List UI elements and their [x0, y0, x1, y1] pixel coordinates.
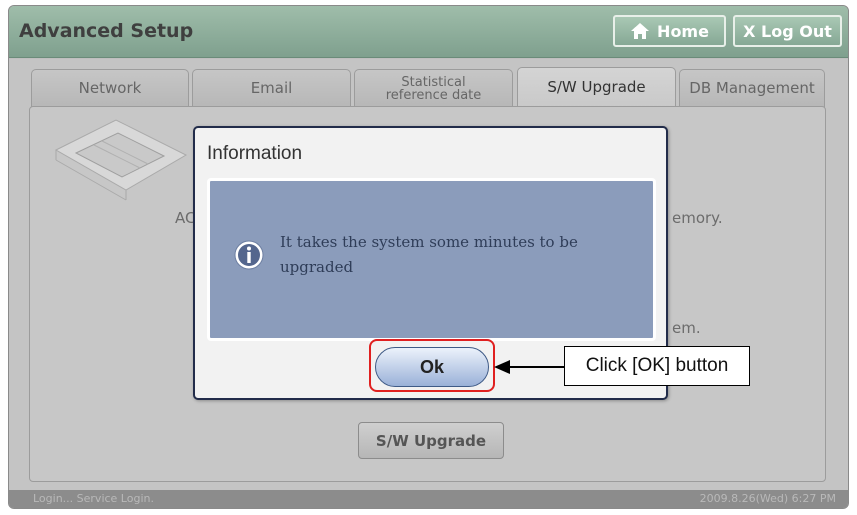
tab-network-label: Network	[78, 79, 142, 97]
tab-statistical-label: Statistical reference date	[385, 74, 482, 103]
background-text-2-end: em.	[672, 319, 701, 337]
title-bar: Advanced Setup Home X Log Out	[9, 6, 848, 58]
ok-button[interactable]: Ok	[375, 347, 489, 387]
status-login-text: Login... Service Login.	[33, 492, 154, 505]
home-button-label: Home	[657, 21, 709, 41]
status-bar: Login... Service Login. 2009.8.26(Wed) 6…	[9, 490, 848, 508]
tab-sw-upgrade-label: S/W Upgrade	[547, 78, 646, 96]
ac-unit-illustration	[54, 119, 188, 201]
logout-button-label: X Log Out	[743, 21, 832, 41]
callout-line	[497, 366, 565, 368]
tab-db-management-label: DB Management	[689, 79, 815, 97]
logout-button[interactable]: X Log Out	[733, 15, 842, 47]
tab-db-management[interactable]: DB Management	[679, 69, 825, 107]
callout-label: Click [OK] button	[564, 346, 750, 386]
dialog-message-area: It takes the system some minutes to be u…	[207, 178, 656, 341]
tab-email-label: Email	[250, 79, 293, 97]
page-title: Advanced Setup	[19, 20, 194, 42]
background-text-1-end: emory.	[672, 209, 723, 227]
tab-statistical-reference-date[interactable]: Statistical reference date	[354, 69, 513, 107]
tab-email[interactable]: Email	[192, 69, 351, 107]
tab-network[interactable]: Network	[31, 69, 189, 107]
dialog-title: Information	[207, 143, 303, 164]
dialog-message: It takes the system some minutes to be u…	[280, 233, 578, 276]
home-button[interactable]: Home	[613, 15, 726, 47]
info-icon	[234, 240, 264, 270]
tab-sw-upgrade[interactable]: S/W Upgrade	[517, 67, 676, 107]
home-icon	[631, 23, 650, 39]
sw-upgrade-button[interactable]: S/W Upgrade	[358, 422, 504, 459]
status-datetime: 2009.8.26(Wed) 6:27 PM	[699, 492, 836, 505]
